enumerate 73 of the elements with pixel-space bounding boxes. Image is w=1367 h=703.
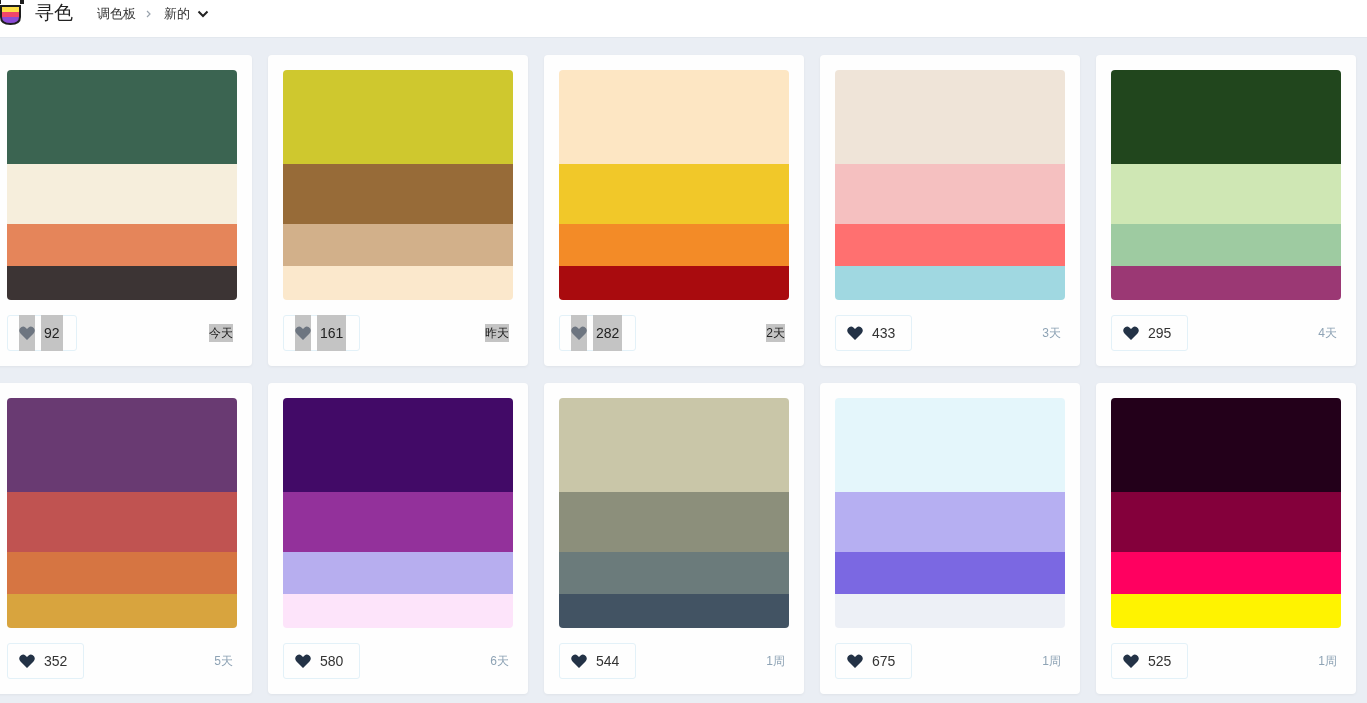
- color-swatch[interactable]: [7, 492, 237, 552]
- brand-name: 寻色: [35, 1, 73, 26]
- like-button[interactable]: 92: [7, 315, 77, 351]
- color-swatch[interactable]: [283, 266, 513, 300]
- color-swatch[interactable]: [835, 398, 1065, 492]
- color-swatch[interactable]: [559, 70, 789, 164]
- post-age: 今天: [209, 324, 233, 342]
- section-link[interactable]: 调色板: [97, 3, 136, 24]
- color-swatch[interactable]: [835, 492, 1065, 552]
- heart-icon: [1123, 326, 1139, 340]
- color-swatch[interactable]: [1111, 266, 1341, 300]
- heart-icon: [847, 654, 863, 668]
- post-age: 昨天: [485, 324, 509, 342]
- color-swatch[interactable]: [7, 164, 237, 224]
- like-button[interactable]: 295: [1111, 315, 1189, 351]
- color-swatch[interactable]: [835, 70, 1065, 164]
- color-swatch[interactable]: [559, 594, 789, 628]
- like-button[interactable]: 544: [559, 643, 637, 679]
- color-swatch[interactable]: [1111, 492, 1341, 552]
- color-swatch[interactable]: [7, 224, 237, 266]
- post-age: 5天: [214, 653, 233, 670]
- post-age: 6天: [490, 653, 509, 670]
- color-swatch[interactable]: [559, 492, 789, 552]
- like-button[interactable]: 161: [283, 315, 361, 351]
- color-swatch[interactable]: [283, 224, 513, 266]
- like-button[interactable]: 525: [1111, 643, 1189, 679]
- color-swatch[interactable]: [7, 398, 237, 492]
- post-age: 1周: [766, 653, 785, 670]
- color-swatch[interactable]: [1111, 224, 1341, 266]
- color-swatch[interactable]: [835, 594, 1065, 628]
- chevron-down-icon: [197, 9, 209, 18]
- like-button[interactable]: 433: [835, 315, 913, 351]
- color-swatch[interactable]: [1111, 70, 1341, 164]
- logo-icon[interactable]: [0, 0, 25, 27]
- color-swatch[interactable]: [283, 492, 513, 552]
- like-button[interactable]: 282: [559, 315, 637, 351]
- color-swatch[interactable]: [835, 552, 1065, 594]
- color-swatch[interactable]: [835, 224, 1065, 266]
- color-swatch[interactable]: [283, 552, 513, 594]
- post-age: 1周: [1318, 653, 1337, 670]
- color-swatch[interactable]: [283, 398, 513, 492]
- post-age: 3天: [1042, 325, 1061, 342]
- chevron-right-icon: [146, 9, 151, 18]
- color-swatch[interactable]: [7, 594, 237, 628]
- color-swatch[interactable]: [283, 70, 513, 164]
- like-button[interactable]: 675: [835, 643, 913, 679]
- color-swatch[interactable]: [559, 266, 789, 300]
- heart-icon: [847, 326, 863, 340]
- color-swatch[interactable]: [1111, 164, 1341, 224]
- color-swatch[interactable]: [1111, 552, 1341, 594]
- color-swatch[interactable]: [559, 224, 789, 266]
- heart-icon: [571, 654, 587, 668]
- color-swatch[interactable]: [835, 266, 1065, 300]
- like-button[interactable]: 580: [283, 643, 361, 679]
- color-swatch[interactable]: [1111, 594, 1341, 628]
- filter-dropdown[interactable]: 新的: [164, 3, 209, 24]
- color-swatch[interactable]: [559, 164, 789, 224]
- heart-icon: [295, 654, 311, 668]
- color-swatch[interactable]: [7, 266, 237, 300]
- post-age: 4天: [1318, 325, 1337, 342]
- color-swatch[interactable]: [559, 552, 789, 594]
- color-swatch[interactable]: [7, 552, 237, 594]
- color-swatch[interactable]: [559, 398, 789, 492]
- heart-icon: [19, 654, 35, 668]
- heart-icon: [1123, 654, 1139, 668]
- post-age: 1周: [1042, 653, 1061, 670]
- color-swatch[interactable]: [283, 164, 513, 224]
- post-age: 2天: [766, 324, 785, 342]
- color-swatch[interactable]: [835, 164, 1065, 224]
- color-swatch[interactable]: [1111, 398, 1341, 492]
- like-button[interactable]: 352: [7, 643, 85, 679]
- color-swatch[interactable]: [283, 594, 513, 628]
- color-swatch[interactable]: [7, 70, 237, 164]
